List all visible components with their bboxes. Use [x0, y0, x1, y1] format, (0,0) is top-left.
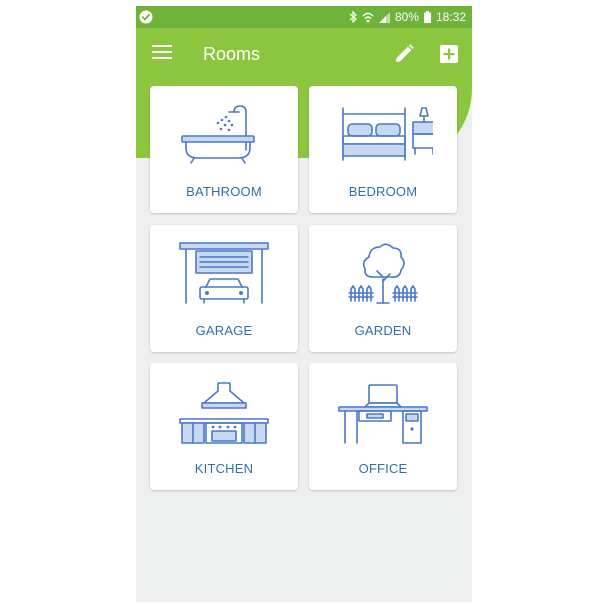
page-title: Rooms: [203, 44, 261, 64]
room-card-office[interactable]: OFFICE: [309, 363, 457, 490]
room-label: GARAGE: [195, 323, 253, 338]
room-card-garage[interactable]: GARAGE: [150, 225, 298, 352]
garage-icon: [179, 242, 269, 304]
room-label: GARDEN: [354, 323, 412, 338]
room-card-bathroom[interactable]: BATHROOM: [150, 86, 298, 213]
check-circle-icon: [139, 10, 153, 24]
room-card-bedroom[interactable]: BEDROOM: [309, 86, 457, 213]
bed-icon: [342, 107, 433, 161]
signal-icon: [378, 11, 390, 23]
room-label: BEDROOM: [348, 184, 418, 199]
phone-screen: 80% 18:32 Rooms BATHROOM BEDROOM GARAGE …: [136, 6, 472, 602]
pencil-icon[interactable]: [393, 43, 415, 65]
bathtub-icon: [181, 105, 255, 164]
wifi-icon: [362, 12, 374, 22]
office-desk-icon: [338, 384, 428, 444]
clock: 18:32: [435, 10, 466, 24]
room-card-garden[interactable]: GARDEN: [309, 225, 457, 352]
status-bar: 80% 18:32: [136, 6, 472, 28]
garden-icon: [348, 243, 418, 304]
battery-icon: [423, 11, 431, 23]
room-label: OFFICE: [358, 461, 408, 476]
hamburger-menu-icon[interactable]: [152, 44, 172, 60]
room-label: BATHROOM: [186, 184, 262, 199]
battery-percent: 80%: [394, 10, 419, 24]
bluetooth-icon: [349, 11, 357, 23]
room-label: KITCHEN: [194, 461, 254, 476]
room-card-kitchen[interactable]: KITCHEN: [150, 363, 298, 490]
add-box-icon[interactable]: [439, 44, 459, 64]
kitchen-icon: [179, 382, 269, 444]
